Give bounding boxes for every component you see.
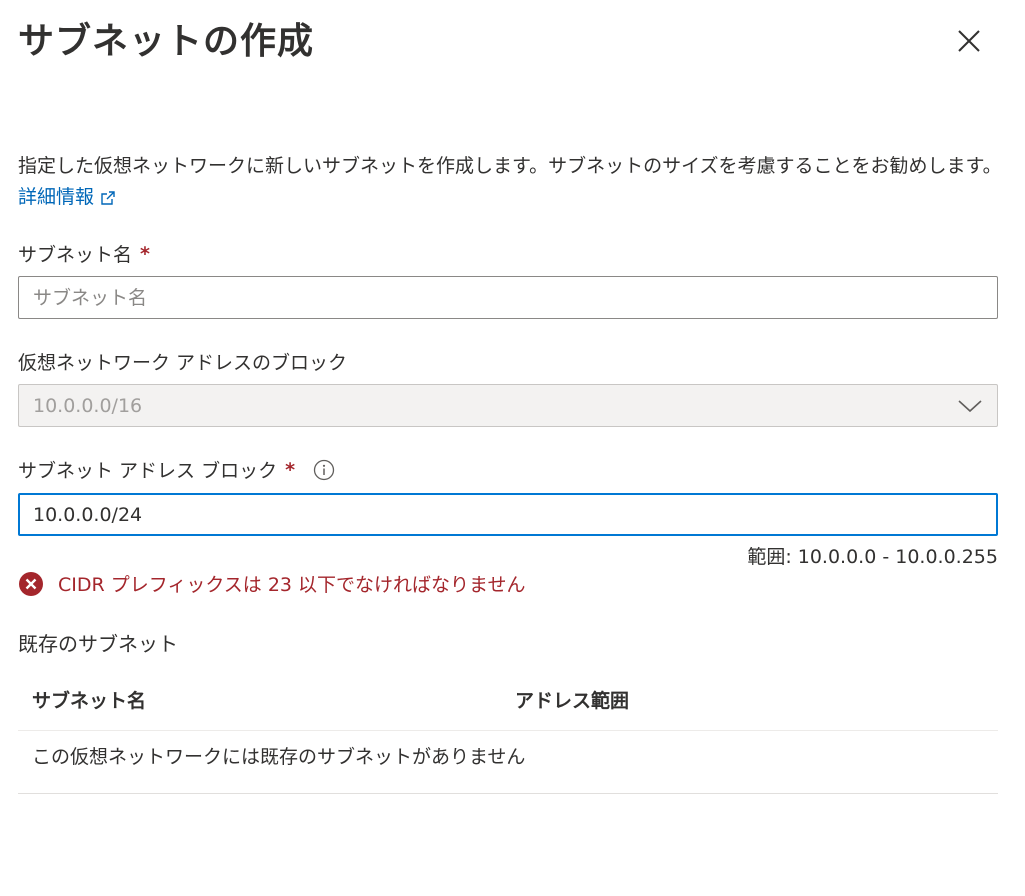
empty-message: この仮想ネットワークには既存のサブネットがありません [32,746,526,768]
validation-error: CIDR プレフィックスは 23 以下でなければなりません [18,570,525,597]
subnet-address-block-label-text: サブネット アドレス ブロック [18,460,278,482]
panel-title: サブネットの作成 [18,21,315,62]
create-subnet-panel: サブネットの作成 指定した仮想ネットワークに新しいサブネットを作成します。サブネ… [0,0,1025,896]
panel-description: 指定した仮想ネットワークに新しいサブネットを作成します。サブネットのサイズを考慮… [18,151,1008,213]
info-icon[interactable] [313,459,335,481]
table-empty-row: この仮想ネットワークには既存のサブネットがありません [18,731,998,794]
existing-subnets-table: サブネット名 アドレス範囲 この仮想ネットワークには既存のサブネットがありません [18,672,998,794]
error-circle-icon [19,571,43,596]
subnet-name-label-text: サブネット名 [18,244,133,266]
external-link-icon [101,190,115,205]
address-range-text: 範囲: 10.0.0.0 - 10.0.0.255 [747,546,998,568]
required-marker: * [285,458,296,481]
description-text: 指定した仮想ネットワークに新しいサブネットを作成します。サブネットのサイズを考慮… [18,155,1002,177]
vnet-address-block-label-text: 仮想ネットワーク アドレスのブロック [18,352,348,374]
chevron-down-icon [958,399,982,412]
required-marker: * [140,242,150,265]
vnet-address-block-label: 仮想ネットワーク アドレスのブロック [18,348,347,375]
column-header-subnet-name[interactable]: サブネット名 [32,686,146,713]
subnet-address-block-label: サブネット アドレス ブロック * [18,456,335,483]
learn-more-link[interactable]: 詳細情報 [18,182,116,213]
error-message: CIDR プレフィックスは 23 以下でなければなりません [58,574,526,596]
column-header-address-range[interactable]: アドレス範囲 [515,686,629,713]
close-icon [958,30,980,52]
subnet-name-input[interactable] [18,276,998,319]
existing-subnets-title: 既存のサブネット [18,632,178,656]
learn-more-label: 詳細情報 [18,186,95,208]
table-header: サブネット名 アドレス範囲 [18,672,998,731]
subnet-name-label: サブネット名 * [18,240,150,267]
vnet-address-block-value: 10.0.0.0/16 [33,394,143,417]
subnet-address-block-input[interactable] [18,493,998,536]
vnet-address-block-dropdown[interactable]: 10.0.0.0/16 [18,384,998,427]
close-button[interactable] [950,22,988,60]
